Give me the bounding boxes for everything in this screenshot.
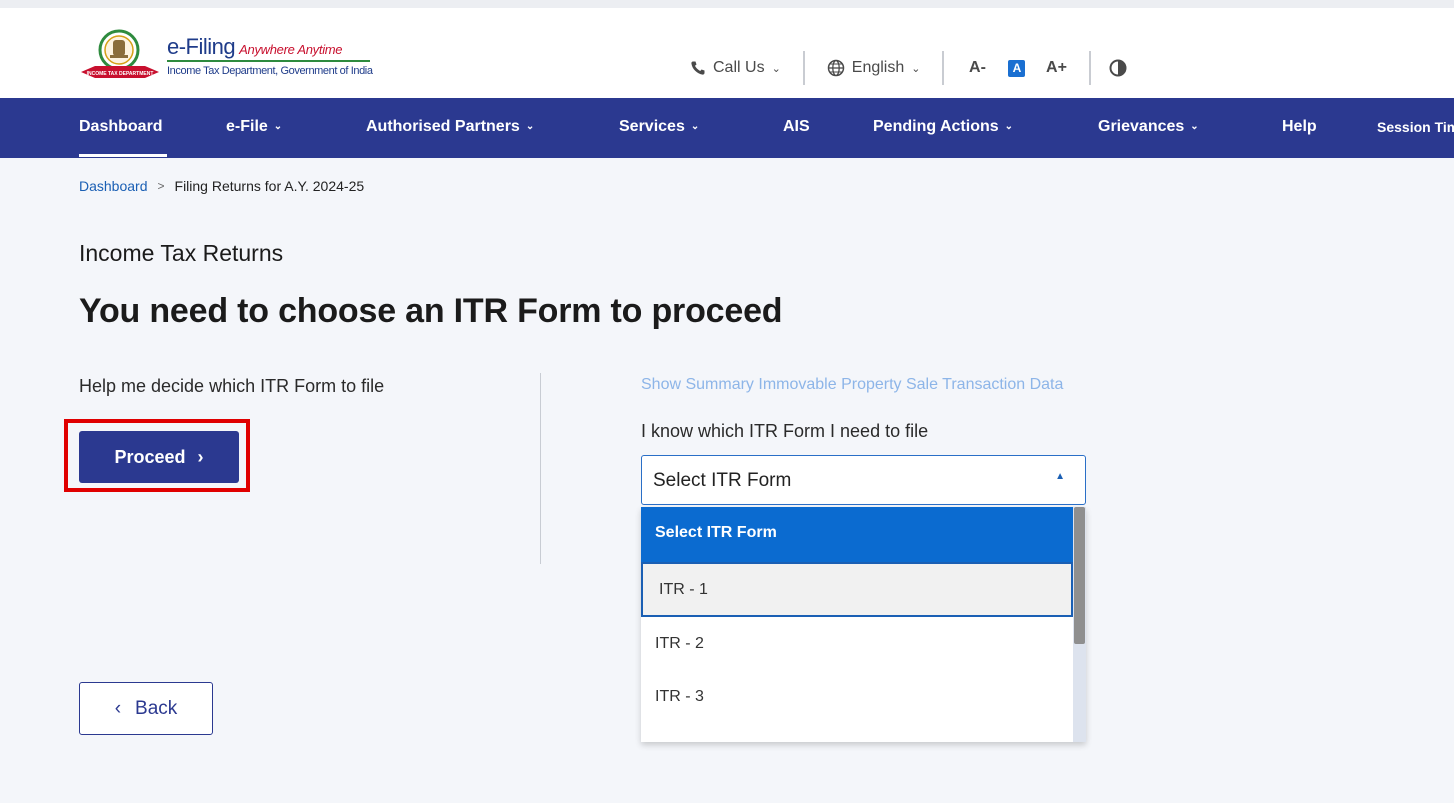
call-us-label: Call Us bbox=[713, 59, 765, 76]
divider bbox=[1089, 51, 1092, 85]
nav-authorised-partners[interactable]: Authorised Partners ⌄ bbox=[366, 98, 534, 158]
itr-form-label: I know which ITR Form I need to file bbox=[641, 421, 929, 441]
breadcrumb-dashboard-link[interactable]: Dashboard bbox=[79, 178, 148, 194]
column-divider bbox=[540, 373, 541, 564]
divider bbox=[802, 51, 805, 85]
breadcrumb-current: Filing Returns for A.Y. 2024-25 bbox=[174, 178, 365, 194]
chevron-down-icon: ⌄ bbox=[1190, 121, 1199, 132]
chevron-down-icon: ⌄ bbox=[525, 121, 535, 132]
nav-label: e-File bbox=[226, 118, 268, 135]
back-button[interactable]: ‹ Back bbox=[79, 682, 213, 735]
chevron-down-icon: ⌄ bbox=[911, 62, 921, 75]
brand-tagline: Anywhere Anytime bbox=[239, 42, 343, 57]
help-text: Help me decide which ITR Form to file bbox=[79, 376, 385, 396]
dropdown-scrollbar[interactable] bbox=[1073, 507, 1086, 742]
globe-icon bbox=[827, 59, 845, 77]
proceed-button[interactable]: Proceed › bbox=[79, 431, 239, 483]
nav-dashboard[interactable]: Dashboard bbox=[79, 98, 167, 158]
main-nav: Dashboard e-File ⌄ Authorised Partners ⌄ S… bbox=[0, 98, 1454, 158]
chevron-right-icon: › bbox=[197, 446, 204, 467]
chevron-down-icon: ⌄ bbox=[1004, 121, 1014, 132]
breadcrumb: Dashboard > Filing Returns for A.Y. 2024… bbox=[79, 178, 364, 194]
nav-label: Dashboard bbox=[79, 118, 163, 135]
chevron-right-icon: > bbox=[157, 179, 165, 193]
dropdown-option[interactable]: ITR - 2 bbox=[641, 619, 1073, 669]
nav-help[interactable]: Help bbox=[1282, 98, 1317, 158]
nav-label: Session Tim bbox=[1377, 119, 1454, 135]
font-default-button[interactable]: A bbox=[1008, 59, 1026, 77]
back-label: Back bbox=[135, 697, 178, 719]
select-value: Select ITR Form bbox=[653, 470, 792, 491]
dropdown-option[interactable]: ITR - 3 bbox=[641, 672, 1073, 722]
chevron-down-icon: ⌄ bbox=[690, 121, 700, 132]
nav-label: Services bbox=[619, 118, 685, 135]
header-tools: Call Us ⌄ English ⌄ A- A A+ bbox=[690, 50, 1127, 86]
itr-form-select[interactable]: Select ITR Form ▲ bbox=[641, 455, 1086, 505]
font-decrease-button[interactable]: A- bbox=[966, 59, 988, 77]
nav-label: Grievances bbox=[1098, 118, 1185, 135]
brand-subtitle: Income Tax Department, Government of Ind… bbox=[167, 65, 373, 77]
nav-efile[interactable]: e-File ⌄ bbox=[226, 98, 282, 158]
call-us-dropdown[interactable]: Call Us ⌄ bbox=[690, 59, 781, 77]
nav-label: AIS bbox=[783, 118, 810, 135]
top-header: INCOME TAX DEPARTMENT e-Filing Anywhere A… bbox=[0, 0, 1454, 98]
brand-name: e-Filing bbox=[167, 34, 236, 59]
contrast-icon[interactable] bbox=[1109, 59, 1127, 77]
section-title: Income Tax Returns bbox=[79, 240, 284, 266]
nav-label: Pending Actions bbox=[873, 118, 999, 135]
brand-rule bbox=[167, 60, 370, 62]
nav-pending-actions[interactable]: Pending Actions ⌄ bbox=[873, 98, 1013, 158]
proceed-label: Proceed bbox=[114, 446, 186, 467]
phone-icon bbox=[691, 61, 705, 75]
dropdown-option[interactable]: ITR - 1 bbox=[641, 562, 1073, 617]
nav-session-timer: Session Tim bbox=[1377, 98, 1454, 158]
nav-grievances[interactable]: Grievances ⌄ bbox=[1098, 98, 1199, 158]
chevron-down-icon: ⌄ bbox=[771, 62, 781, 75]
emblem-icon: INCOME TAX DEPARTMENT bbox=[81, 29, 159, 78]
emblem-ribbon-text: INCOME TAX DEPARTMENT bbox=[87, 71, 154, 77]
nav-services[interactable]: Services ⌄ bbox=[619, 98, 699, 158]
language-label: English bbox=[851, 59, 905, 76]
language-dropdown[interactable]: English ⌄ bbox=[827, 59, 921, 77]
chevron-down-icon: ⌄ bbox=[273, 121, 283, 132]
nav-label: Help bbox=[1282, 118, 1317, 135]
scrollbar-thumb[interactable] bbox=[1074, 507, 1085, 644]
chevron-up-icon: ▲ bbox=[1055, 471, 1065, 482]
font-increase-button[interactable]: A+ bbox=[1045, 59, 1067, 77]
page-title: You need to choose an ITR Form to procee… bbox=[79, 292, 783, 330]
divider bbox=[942, 51, 945, 85]
summary-property-link[interactable]: Show Summary Immovable Property Sale Tra… bbox=[641, 376, 1063, 394]
efiling-logo[interactable]: INCOME TAX DEPARTMENT e-Filing Anywhere A… bbox=[79, 28, 379, 90]
dropdown-option[interactable]: Select ITR Form bbox=[641, 507, 1073, 562]
nav-label: Authorised Partners bbox=[366, 118, 520, 135]
nav-ais[interactable]: AIS bbox=[783, 98, 810, 158]
chevron-left-icon: ‹ bbox=[114, 697, 122, 719]
itr-form-dropdown: Select ITR Form ITR - 1 ITR - 2 ITR - 3 bbox=[641, 507, 1086, 742]
